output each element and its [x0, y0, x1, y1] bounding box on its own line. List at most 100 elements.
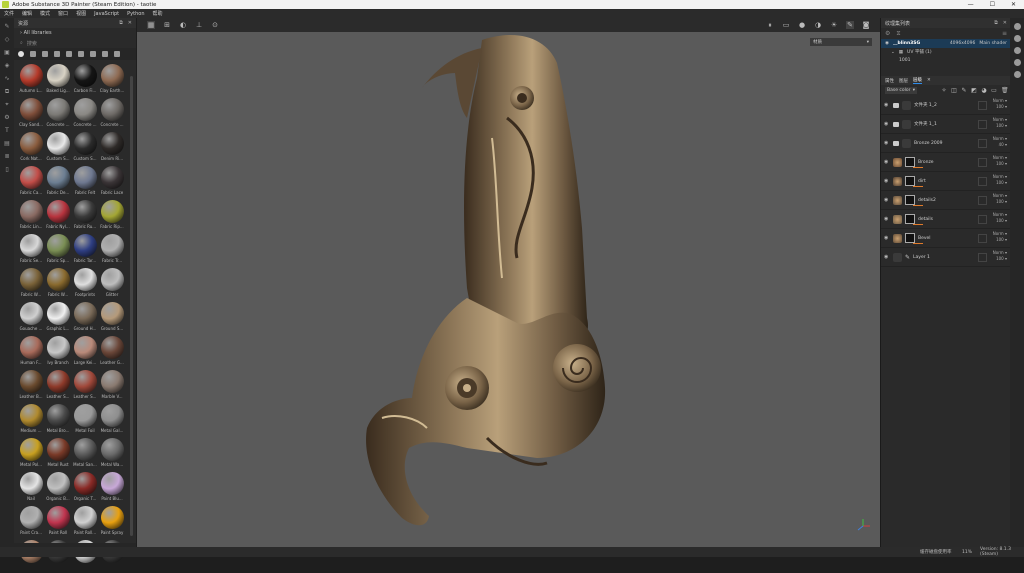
history-dock-icon[interactable] [1013, 59, 1021, 66]
visibility-eye-icon[interactable]: ◉ [884, 140, 890, 146]
material-thumbnail[interactable]: Gouache ... [18, 302, 44, 331]
settings-dock-icon[interactable] [1013, 71, 1021, 78]
visibility-eye-icon[interactable]: ◉ [884, 197, 890, 203]
maximize-icon[interactable]: ☐ [990, 1, 995, 8]
link-icon[interactable]: ⧖ [896, 30, 900, 38]
close-icon[interactable]: ✕ [1011, 1, 1016, 8]
projection-icon[interactable]: ▣ [3, 49, 11, 57]
viewport-3d[interactable]: ▦ ⊞ ◐ ⊥ ⊙ ⏸ ▭ ● ◑ ☀ ✎ ◙ 材质 ▾ [137, 18, 880, 547]
layer-blend-opacity[interactable]: Norm ▾ 100 ▾ [993, 193, 1007, 205]
material-thumbnail[interactable]: Clay Sand... [18, 98, 44, 127]
channel-select[interactable]: Base color ▾ [885, 87, 917, 94]
material-thumbnail[interactable]: Fabric Lace [99, 166, 125, 195]
material-thumbnail[interactable]: Footprints [72, 268, 98, 297]
material-thumbnail[interactable]: Clay Earth... [99, 64, 125, 93]
material-thumbnail[interactable]: Fabric Ca... [18, 166, 44, 195]
uv-tile-item[interactable]: 1001 [881, 56, 1011, 64]
add-folder-icon[interactable]: ▭ [991, 87, 997, 94]
menu-mode[interactable]: 模式 [40, 10, 50, 17]
material-thumbnail[interactable]: Denim Ri... [99, 132, 125, 161]
material-thumbnail[interactable]: Concrete ... [45, 98, 71, 127]
menu-window[interactable]: 窗口 [58, 10, 68, 17]
material-thumbnail[interactable]: Metal Gal... [99, 404, 125, 433]
material-thumbnail[interactable]: Fabric Tr... [99, 234, 125, 263]
panel-close-icon[interactable]: ✕ [1003, 20, 1007, 26]
layer-blend-opacity[interactable]: Norm ▾ 100 ▾ [993, 174, 1007, 186]
tab-close-icon[interactable]: ✕ [927, 78, 931, 83]
material-thumbnail[interactable]: Fabric Ru... [72, 200, 98, 229]
material-thumbnail[interactable]: Graphic L... [45, 302, 71, 331]
layer-blend-opacity[interactable]: Norm ▾ 100 ▾ [993, 212, 1007, 224]
layer-blend-opacity[interactable]: Norm ▾ 100 ▾ [993, 98, 1007, 110]
uv-tiles-row[interactable]: ⌄ ▦ UV 平铺 (1) [881, 48, 1011, 56]
texture-set-dock-icon[interactable] [1013, 35, 1021, 42]
material-thumbnail[interactable]: Organic T... [72, 472, 98, 501]
material-thumbnail[interactable]: Large Kei... [72, 336, 98, 365]
layer-row[interactable]: ◉ Bevel Norm ▾ 100 ▾ [881, 229, 1011, 248]
visibility-eye-icon[interactable]: ◉ [884, 159, 890, 165]
filter-environments-icon[interactable] [102, 51, 108, 57]
material-thumbnail[interactable]: Metal Foil [72, 404, 98, 433]
material-thumbnail[interactable]: Paint Blu... [99, 472, 125, 501]
material-thumbnail[interactable]: Paint Cra... [18, 506, 44, 535]
visibility-eye-icon[interactable]: ◉ [884, 178, 890, 184]
bake-icon[interactable]: ⚙ [3, 114, 11, 122]
tab-properties[interactable]: 属性 [885, 78, 894, 84]
layer-select-checkbox[interactable] [978, 253, 987, 262]
panel-close-icon[interactable]: ✕ [128, 20, 132, 26]
display-dock-icon[interactable] [1013, 47, 1021, 54]
material-thumbnail[interactable]: Metal Rust [45, 438, 71, 467]
add-layer-icon[interactable]: ◕ [981, 87, 987, 94]
layer-select-checkbox[interactable] [978, 101, 987, 110]
material-thumbnail[interactable]: Custom S... [45, 132, 71, 161]
layer-row[interactable]: ◉ Bronze Norm ▾ 100 ▾ [881, 153, 1011, 172]
layer-select-checkbox[interactable] [978, 139, 987, 148]
material-thumbnail[interactable]: Metal Pol... [18, 438, 44, 467]
material-thumbnail[interactable]: Fabric Rip... [99, 200, 125, 229]
layer-mask-thumbnail[interactable] [905, 214, 915, 224]
material-thumbnail[interactable]: Fabric Sp... [45, 234, 71, 263]
layers-dock-icon[interactable] [1013, 23, 1021, 30]
material-thumbnail[interactable]: Leather S... [45, 370, 71, 399]
material-thumbnail[interactable]: Nail [18, 472, 44, 501]
menu-file[interactable]: 文件 [4, 10, 14, 17]
layer-blend-opacity[interactable]: Norm ▾ 100 ▾ [993, 117, 1007, 129]
filter-particles-icon[interactable] [78, 51, 84, 57]
material-thumbnail[interactable]: Cork Nat... [18, 132, 44, 161]
minimize-icon[interactable]: — [968, 1, 974, 8]
paint-brush-icon[interactable]: ✎ [3, 23, 11, 31]
material-thumbnail[interactable]: Custom S... [72, 132, 98, 161]
menu-javascript[interactable]: JavaScript [94, 11, 119, 17]
layers-icon[interactable]: ≣ [3, 153, 11, 161]
layer-row[interactable]: ◉ 文件夹 1_2 Norm ▾ 100 ▾ [881, 96, 1011, 115]
layer-select-checkbox[interactable] [978, 196, 987, 205]
settings-icon[interactable]: ⚙ [885, 30, 890, 37]
layer-mask-thumbnail[interactable] [905, 195, 915, 205]
material-thumbnail[interactable]: Leather B... [18, 370, 44, 399]
add-mask-icon[interactable]: ◫ [951, 87, 957, 94]
layer-blend-opacity[interactable]: Norm ▾ 100 ▾ [993, 250, 1007, 262]
filter-tools-icon[interactable] [90, 51, 96, 57]
material-thumbnail[interactable]: Fabric W... [18, 268, 44, 297]
layer-row[interactable]: ◉ details Norm ▾ 100 ▾ [881, 210, 1011, 229]
panel-menu-icon[interactable]: ⧉ [119, 20, 123, 26]
layer-row[interactable]: ◉ dirt Norm ▾ 100 ▾ [881, 172, 1011, 191]
add-fill-layer-icon[interactable]: ◩ [971, 87, 977, 94]
layer-blend-opacity[interactable]: Norm ▾ 100 ▾ [993, 231, 1007, 243]
library-path[interactable]: › All libraries [14, 28, 136, 38]
material-thumbnail[interactable]: Autumn L... [18, 64, 44, 93]
material-thumbnail[interactable]: Metal San... [72, 438, 98, 467]
layer-select-checkbox[interactable] [978, 177, 987, 186]
menu-help[interactable]: 帮助 [153, 10, 163, 17]
document-icon[interactable]: ▯ [3, 166, 11, 174]
visibility-eye-icon[interactable]: ◉ [884, 235, 890, 241]
clone-icon[interactable]: ⧉ [3, 88, 11, 96]
material-thumbnail[interactable]: Ground S... [99, 302, 125, 331]
layer-select-checkbox[interactable] [978, 215, 987, 224]
menu-view[interactable]: 视图 [76, 10, 86, 17]
material-thumbnail[interactable]: Paint Roll [45, 506, 71, 535]
material-thumbnail[interactable]: Organic B... [45, 472, 71, 501]
layer-select-checkbox[interactable] [978, 158, 987, 167]
panel-menu-icon[interactable]: ⧉ [994, 20, 998, 26]
geometry-mask-icon[interactable]: ◈ [3, 62, 11, 70]
